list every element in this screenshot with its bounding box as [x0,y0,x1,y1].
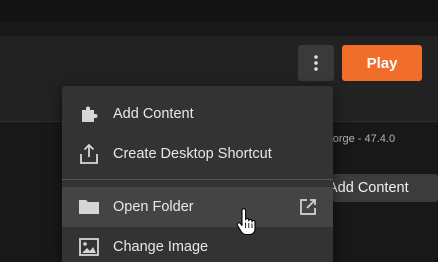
menu-item-add-content[interactable]: Add Content [62,94,333,134]
menu-item-label: Open Folder [113,199,194,215]
menu-item-label: Create Desktop Shortcut [113,146,272,162]
menu-item-change-image[interactable]: Change Image [62,227,333,262]
menu-item-open-folder[interactable]: Open Folder [62,187,333,227]
menu-item-label: Add Content [113,106,194,122]
context-menu: Add Content Create Desktop Shortcut Open… [62,86,333,262]
play-button[interactable]: Play [342,45,422,81]
more-options-button[interactable] [298,45,334,81]
window-top-strip [0,0,438,22]
menu-item-label: Change Image [113,239,209,255]
puzzle-icon [78,103,100,125]
add-content-label: Add Content [328,180,409,196]
external-link-icon [300,199,316,215]
loader-version-text: Forge - 47.4.0 [326,133,396,145]
more-vertical-icon [314,55,318,71]
menu-item-create-desktop-shortcut[interactable]: Create Desktop Shortcut [62,134,333,174]
menu-divider [62,179,333,180]
image-icon [78,236,100,258]
add-content-button[interactable]: Add Content [320,174,438,202]
share-icon [78,143,100,165]
folder-icon [78,196,100,218]
